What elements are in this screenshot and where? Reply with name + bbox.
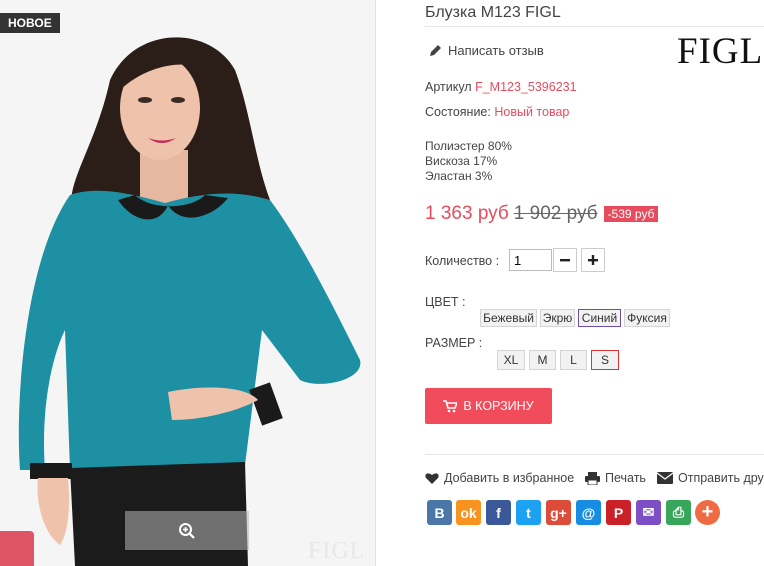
add-to-favorites-link[interactable]: Добавить в избранное xyxy=(425,471,574,485)
share-odnoklassniki-button[interactable]: ok xyxy=(456,500,481,525)
envelope-icon xyxy=(657,472,673,484)
share-more-button[interactable]: + xyxy=(695,500,720,525)
print-label: Печать xyxy=(605,471,646,485)
at-icon: @ xyxy=(581,504,596,521)
quantity-decrease-button[interactable] xyxy=(553,248,577,272)
color-option-beige[interactable]: Бежевый xyxy=(480,309,537,327)
share-vkontakte-button[interactable]: B xyxy=(427,500,452,525)
old-price: 1 902 руб xyxy=(513,203,598,224)
color-label: ЦВЕТ : xyxy=(425,295,466,309)
write-review-label: Написать отзыв xyxy=(448,43,544,58)
add-to-cart-button[interactable]: В КОРЗИНУ xyxy=(425,388,552,424)
color-option-fuchsia[interactable]: Фуксия xyxy=(624,309,670,327)
google-plus-icon: g+ xyxy=(550,504,567,521)
plus-icon: + xyxy=(701,501,714,523)
email-icon: ✉ xyxy=(642,504,655,520)
pinterest-icon: P xyxy=(613,504,624,521)
add-to-cart-label: В КОРЗИНУ xyxy=(463,399,534,413)
send-to-friend-label: Отправить дру xyxy=(678,471,764,485)
add-to-favorites-label: Добавить в избранное xyxy=(444,471,575,485)
color-option-ecru[interactable]: Экрю xyxy=(540,309,575,327)
print-link[interactable]: Печать xyxy=(585,471,646,485)
share-email-button[interactable]: ✉ xyxy=(636,500,661,525)
sku-label: Артикул xyxy=(425,80,472,94)
sku-value: F_M123_5396231 xyxy=(475,80,577,94)
price-row: 1 363 руб 1 902 руб -539 руб xyxy=(425,203,659,225)
size-option-l[interactable]: L xyxy=(560,350,587,370)
zoom-in-icon xyxy=(179,522,195,539)
quantity-input[interactable] xyxy=(509,249,552,271)
product-title: Блузка M123 FIGL xyxy=(425,4,561,21)
composition-line: Эластан 3% xyxy=(425,169,493,183)
vk-icon: B xyxy=(434,504,445,521)
title-divider xyxy=(425,26,764,27)
heart-icon xyxy=(425,473,439,484)
size-label: РАЗМЕР : xyxy=(425,336,483,350)
quantity-label: Количество : xyxy=(425,254,500,268)
minus-icon xyxy=(560,259,570,262)
odnoklassniki-icon: ok xyxy=(460,504,477,521)
share-facebook-button[interactable]: f xyxy=(486,500,511,525)
model-image xyxy=(0,0,375,566)
quantity-increase-button[interactable] xyxy=(581,248,605,272)
size-option-s[interactable]: S xyxy=(591,350,619,370)
share-pinterest-button[interactable]: P xyxy=(606,500,631,525)
share-google-plus-button[interactable]: g+ xyxy=(546,500,571,525)
brand-logo: FIGL xyxy=(677,31,764,72)
new-badge: НОВОЕ xyxy=(0,13,60,33)
product-photo[interactable]: НОВОЕ FIGL xyxy=(0,0,375,566)
current-price: 1 363 руб xyxy=(425,203,509,224)
side-tab[interactable] xyxy=(0,531,34,566)
zoom-button[interactable] xyxy=(125,511,249,550)
size-option-xl[interactable]: XL xyxy=(497,350,525,370)
twitter-icon: t xyxy=(526,504,531,521)
condition-value: Новый товар xyxy=(494,105,570,119)
product-info: Блузка M123 FIGL Написать отзыв FIGL Арт… xyxy=(425,0,764,566)
size-option-m[interactable]: M xyxy=(529,350,556,370)
photo-watermark: FIGL xyxy=(308,538,366,564)
share-twitter-button[interactable]: t xyxy=(516,500,541,525)
share-mail-button[interactable]: @ xyxy=(576,500,601,525)
divider xyxy=(375,0,376,566)
printer-icon xyxy=(585,471,600,485)
discount-badge: -539 руб xyxy=(603,206,659,222)
print-icon: ⎙ xyxy=(672,504,685,520)
composition: Полиэстер 80% Вискоза 17% Эластан 3% xyxy=(425,139,512,184)
sku-row: Артикул F_M123_5396231 xyxy=(425,80,577,94)
condition-label: Состояние: xyxy=(425,105,491,119)
send-to-friend-link[interactable]: Отправить дру xyxy=(657,471,764,485)
facebook-icon: f xyxy=(496,504,501,521)
composition-line: Вискоза 17% xyxy=(425,154,498,168)
pencil-icon xyxy=(430,45,441,56)
cart-icon xyxy=(443,399,458,412)
color-option-blue[interactable]: Синий xyxy=(578,309,621,327)
condition-row: Состояние: Новый товар xyxy=(425,105,569,119)
composition-line: Полиэстер 80% xyxy=(425,139,512,153)
plus-icon xyxy=(588,255,598,265)
utility-divider xyxy=(425,454,764,455)
write-review-link[interactable]: Написать отзыв xyxy=(429,43,544,58)
share-print-button[interactable]: ⎙ xyxy=(666,500,691,525)
